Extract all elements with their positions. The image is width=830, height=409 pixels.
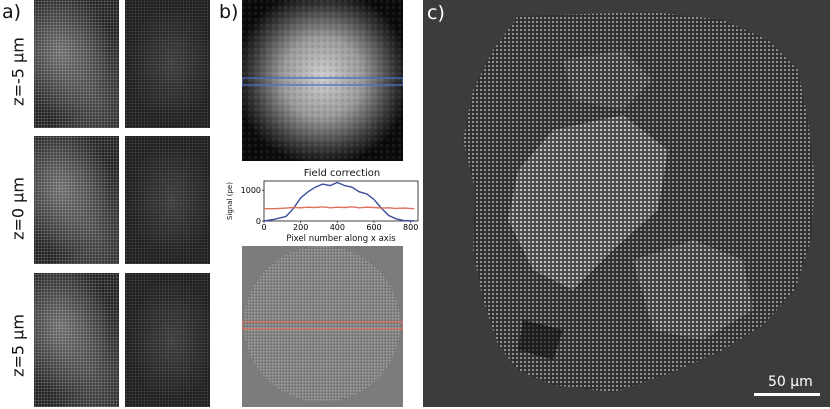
series-line-2 [264,206,415,210]
x-tick-label: 0 [261,223,266,232]
y-tick-label: 1000 [241,186,261,195]
image-tile-a-2-2 [125,136,210,264]
chart-x-axis-label: Pixel number along x axis [286,234,396,243]
corrected-svg [241,246,404,407]
image-tile-a-1-2 [125,0,210,128]
image-tile-a-3-1 [34,273,119,407]
corrected-image [241,246,404,407]
stitched-image-svg [463,12,820,396]
x-tick-label: 800 [403,223,418,232]
flatfield-image [241,0,404,161]
z-label-minus5: z=-5 µm [8,37,28,106]
x-tick-label: 400 [330,223,345,232]
scale-bar-label: 50 µm [768,374,813,390]
image-tile-a-2-1 [34,136,119,264]
y-tick-label: 0 [256,217,261,226]
chart-x-ticks: 0 200 400 600 800 [261,221,418,232]
stitched-image-panel [423,0,830,407]
chart-y-ticks: 0 1000 [241,186,264,226]
panel-label-b: b) [219,1,239,23]
chart-y-axis-label: Signal (pe) [226,182,234,220]
flatfield-svg [241,0,404,161]
figure: a) z=-5 µm z=0 µm z=5 µm b) Field correc… [0,0,830,409]
series-line-1 [263,181,415,222]
panel-label-c: c) [427,2,445,24]
z-label-plus5: z=5 µm [8,314,28,377]
chart-title: Field correction [304,168,381,179]
scale-bar [754,393,820,396]
field-correction-chart: Field correction Signal (pe) Pixel numbe… [226,168,419,243]
chart-series [263,181,415,222]
image-tile-a-3-2 [125,273,210,407]
image-tile-a-1-1 [34,0,119,128]
x-tick-label: 200 [293,223,308,232]
x-tick-label: 600 [366,223,381,232]
z-label-0: z=0 µm [8,177,28,240]
